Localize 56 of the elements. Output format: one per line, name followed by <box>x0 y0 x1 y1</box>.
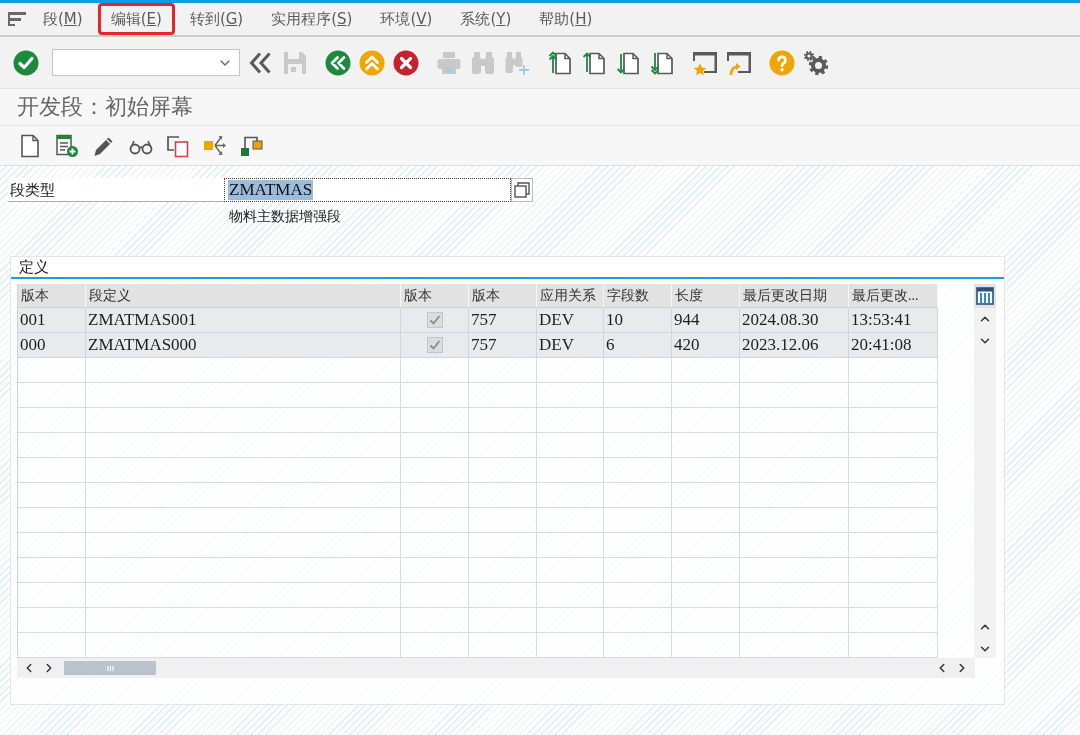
column-header: 版本 <box>18 284 86 308</box>
settings-icon[interactable] <box>803 49 829 76</box>
table-cell: ZMATMAS001 <box>86 308 401 333</box>
menu-item[interactable]: 转到(G) <box>176 3 257 35</box>
table-cell: 20:41:08 <box>849 333 938 358</box>
column-header: 字段数 <box>604 284 672 308</box>
input-value: ZMATMAS <box>228 180 314 200</box>
menu-item[interactable]: 编辑(E) <box>97 3 175 35</box>
column-header: 最后更改日期 <box>740 284 849 308</box>
table-cell: 2024.08.30 <box>740 308 849 333</box>
grip-icon <box>106 665 114 671</box>
field-label: 段类型 <box>8 178 224 202</box>
table-cell: 000 <box>18 333 86 358</box>
value-help-button[interactable] <box>511 178 533 202</box>
window-star-icon[interactable] <box>692 49 718 76</box>
menu-item[interactable]: 实用程序(S) <box>258 3 366 35</box>
cancel-icon[interactable] <box>393 49 419 76</box>
column-header: 版本 <box>469 284 537 308</box>
column-header: 长度 <box>672 284 740 308</box>
table-cell: 757 <box>469 333 537 358</box>
squares-icon <box>514 182 530 198</box>
table-cell: 944 <box>672 308 740 333</box>
menu-item[interactable]: 帮助(H) <box>526 3 606 35</box>
scrollbar-thumb[interactable] <box>64 661 156 675</box>
screen-title: 开发段：初始屏幕 <box>17 93 193 121</box>
list-add-icon[interactable] <box>55 133 79 158</box>
check-circle-icon[interactable] <box>13 49 39 76</box>
table-cell: ZMATMAS000 <box>86 333 401 358</box>
table-cell: 13:53:41 <box>849 308 938 333</box>
new-document-icon[interactable] <box>18 133 42 158</box>
table-cell: 001 <box>18 308 86 333</box>
table-cell: DEV <box>537 333 604 358</box>
menu-item[interactable]: 系统(Y) <box>447 3 525 35</box>
table-cell: 6 <box>604 333 672 358</box>
column-header: 应用关系 <box>537 284 604 308</box>
menu-item[interactable]: 段(M) <box>30 3 96 35</box>
field-description: 物料主数据增强段 <box>229 208 341 226</box>
command-field[interactable] <box>52 49 240 76</box>
columns-icon[interactable] <box>974 284 996 308</box>
back-icon[interactable] <box>325 49 351 76</box>
group-title: 定义 <box>19 257 49 277</box>
page-double-up-arrow-icon[interactable] <box>547 49 573 76</box>
menu-icon[interactable] <box>8 12 26 26</box>
table-cell: DEV <box>537 308 604 333</box>
table-cell: 2023.12.06 <box>740 333 849 358</box>
column-header: 段定义 <box>86 284 401 308</box>
table-cell: 10 <box>604 308 672 333</box>
column-header: 最后更改... <box>849 284 938 308</box>
window-arrow-icon[interactable] <box>726 49 752 76</box>
table-cell: 420 <box>672 333 740 358</box>
copy-icon[interactable] <box>166 133 190 158</box>
table-cell: 757 <box>469 308 537 333</box>
menu-item[interactable]: 环境(V) <box>367 3 446 35</box>
input-field[interactable]: ZMATMAS <box>224 178 511 202</box>
branch-arrows-icon[interactable] <box>203 133 227 158</box>
column-header: 版本 <box>401 284 469 308</box>
